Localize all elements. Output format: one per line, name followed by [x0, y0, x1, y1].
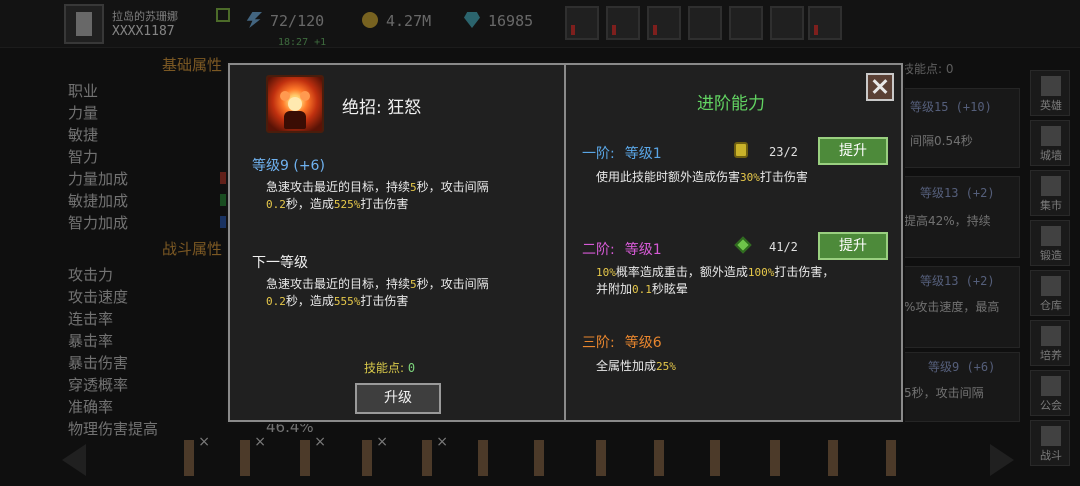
tier-1-header: 一阶: 等级1 — [582, 146, 662, 162]
hero-slot[interactable]: × — [230, 434, 266, 482]
avatar[interactable] — [64, 4, 104, 44]
attr-label: 敏捷加成 — [68, 192, 129, 210]
tier-1-raise-button[interactable]: 提升 — [818, 137, 888, 165]
upgrade-button[interactable]: 升级 — [355, 383, 441, 414]
tier-1-desc: 使用此技能时额外造成伤害30%打击伤害 — [596, 170, 808, 184]
rage-skill-icon — [266, 75, 324, 133]
wheel-button[interactable] — [770, 6, 804, 40]
next-level-label: 下一等级 — [252, 255, 308, 271]
hero-slot[interactable]: × — [174, 434, 210, 482]
agi-bonus-marker — [220, 194, 228, 206]
close-button[interactable] — [866, 73, 894, 101]
tier-2-raise-button[interactable]: 提升 — [818, 232, 888, 260]
attr-label: 攻击速度 — [68, 288, 129, 306]
energy-value: 72/120 — [270, 12, 325, 30]
rune-icon — [734, 142, 748, 158]
attr-label: 准确率 — [68, 398, 114, 416]
hero-slot[interactable] — [818, 438, 848, 482]
current-level-desc: 急速攻击最近的目标，持续5秒，攻击间隔 0.2秒，造成525%打击伤害 — [266, 180, 489, 211]
skill-card-level: 等级15 (+10) — [910, 100, 992, 114]
nav-wall[interactable]: 城墙 — [1030, 120, 1070, 166]
tier-1-cost: 23/2 — [769, 145, 798, 159]
skill-card-level: 等级13 (+2) — [920, 186, 995, 200]
skill-info-pane: 绝招: 狂怒 等级9 (+6) 急速攻击最近的目标，持续5秒，攻击间隔 0.2秒… — [230, 65, 566, 420]
skill-detail-dialog: 绝招: 狂怒 等级9 (+6) 急速攻击最近的目标，持续5秒，攻击间隔 0.2秒… — [228, 63, 903, 422]
advanced-title: 进阶能力 — [697, 94, 765, 114]
skill-name: 绝招: 狂怒 — [342, 98, 422, 118]
hero-slot[interactable] — [524, 438, 554, 482]
skill-card-text: %攻击速度，最高 — [904, 300, 1000, 314]
tier-3-header: 三阶: 等级6 — [582, 335, 662, 351]
tier-2-desc: 10%概率造成重击，额外造成100%打击伤害， 并附加0.1秒眩晕 — [596, 265, 835, 296]
hero-slot[interactable]: × — [290, 434, 326, 482]
hero-slot[interactable] — [876, 438, 906, 482]
base-attr-title: 基础属性 — [162, 56, 223, 74]
attr-label: 穿透概率 — [68, 376, 129, 394]
nav-market[interactable]: 集市 — [1030, 170, 1070, 216]
attr-label: 智力 — [68, 148, 99, 166]
str-bonus-marker — [220, 172, 228, 184]
hero-strip: × × × × × — [160, 432, 920, 486]
skill-card-text: 提高42%，持续 — [904, 214, 991, 228]
mail-button[interactable] — [606, 6, 640, 40]
energy-timer: 18:27 +1 — [278, 37, 327, 48]
hero-slot[interactable] — [760, 438, 790, 482]
edit-name-icon[interactable] — [216, 8, 230, 22]
nav-guild[interactable]: 公会 — [1030, 370, 1070, 416]
skill-card-text: 间隔0.54秒 — [910, 134, 973, 148]
energy-icon — [246, 12, 262, 28]
nav-hero[interactable]: 英雄 — [1030, 70, 1070, 116]
skill-card-level: 等级13 (+2) — [920, 274, 995, 288]
skill-card-text: 5秒，攻击间隔 — [904, 386, 984, 400]
hero-slot[interactable] — [468, 438, 498, 482]
shop-button[interactable] — [808, 6, 842, 40]
attr-label: 智力加成 — [68, 214, 129, 232]
nav-battle[interactable]: 战斗 — [1030, 420, 1070, 466]
tier-3-desc: 全属性加成25% — [596, 359, 676, 373]
attr-label: 暴击伤害 — [68, 354, 129, 372]
gem-value: 16985 — [488, 12, 534, 30]
hero-slot[interactable] — [700, 438, 730, 482]
nav-storage[interactable]: 仓库 — [1030, 270, 1070, 316]
attr-label: 力量加成 — [68, 170, 129, 188]
hero-slot[interactable] — [586, 438, 616, 482]
hero-slot[interactable]: × — [352, 434, 388, 482]
advanced-ability-pane: 进阶能力 一阶: 等级1 23/2 提升 使用此技能时额外造成伤害30%打击伤害 … — [568, 65, 901, 420]
attr-label: 连击率 — [68, 310, 114, 328]
nav-train[interactable]: 培养 — [1030, 320, 1070, 366]
attr-label: 物理伤害提高 — [68, 420, 159, 438]
skill-card-level: 等级9 (+6) — [928, 360, 996, 374]
top-bar: 拉岛的苏珊娜 XXXX1187 72/120 18:27 +1 4.27M 16… — [0, 0, 1080, 48]
skill-points: 技能点: 0 — [364, 361, 416, 375]
settings-button[interactable] — [688, 6, 722, 40]
attr-label: 力量 — [68, 104, 99, 122]
attr-label: 暴击率 — [68, 332, 114, 350]
hero-slot[interactable] — [644, 438, 674, 482]
gem-icon — [464, 12, 480, 28]
attr-label: 职业 — [68, 82, 99, 100]
hero-slot[interactable]: × — [412, 434, 448, 482]
attr-label: 敏捷 — [68, 126, 99, 144]
quest-button[interactable] — [565, 6, 599, 40]
battle-attr-title: 战斗属性 — [162, 240, 223, 258]
player-name: 拉岛的苏珊娜 — [112, 10, 178, 23]
prev-page-arrow[interactable] — [62, 444, 86, 476]
nav-forge[interactable]: 锻造 — [1030, 220, 1070, 266]
next-level-desc: 急速攻击最近的目标，持续5秒，攻击间隔 0.2秒，造成555%打击伤害 — [266, 277, 489, 308]
skillpoints-header: 技能点: 0 — [902, 62, 954, 76]
green-gem-icon — [734, 236, 752, 254]
int-bonus-marker — [220, 216, 228, 228]
tier-2-header: 二阶: 等级1 — [582, 242, 662, 258]
attr-label: 攻击力 — [68, 266, 114, 284]
current-level: 等级9 (+6) — [252, 158, 325, 174]
tier-2-cost: 41/2 — [769, 240, 798, 254]
next-page-arrow[interactable] — [990, 444, 1014, 476]
event-button[interactable] — [647, 6, 681, 40]
gold-icon — [362, 12, 378, 28]
gold-value: 4.27M — [386, 12, 432, 30]
gift-button[interactable] — [729, 6, 763, 40]
player-id: XXXX1187 — [112, 24, 175, 39]
